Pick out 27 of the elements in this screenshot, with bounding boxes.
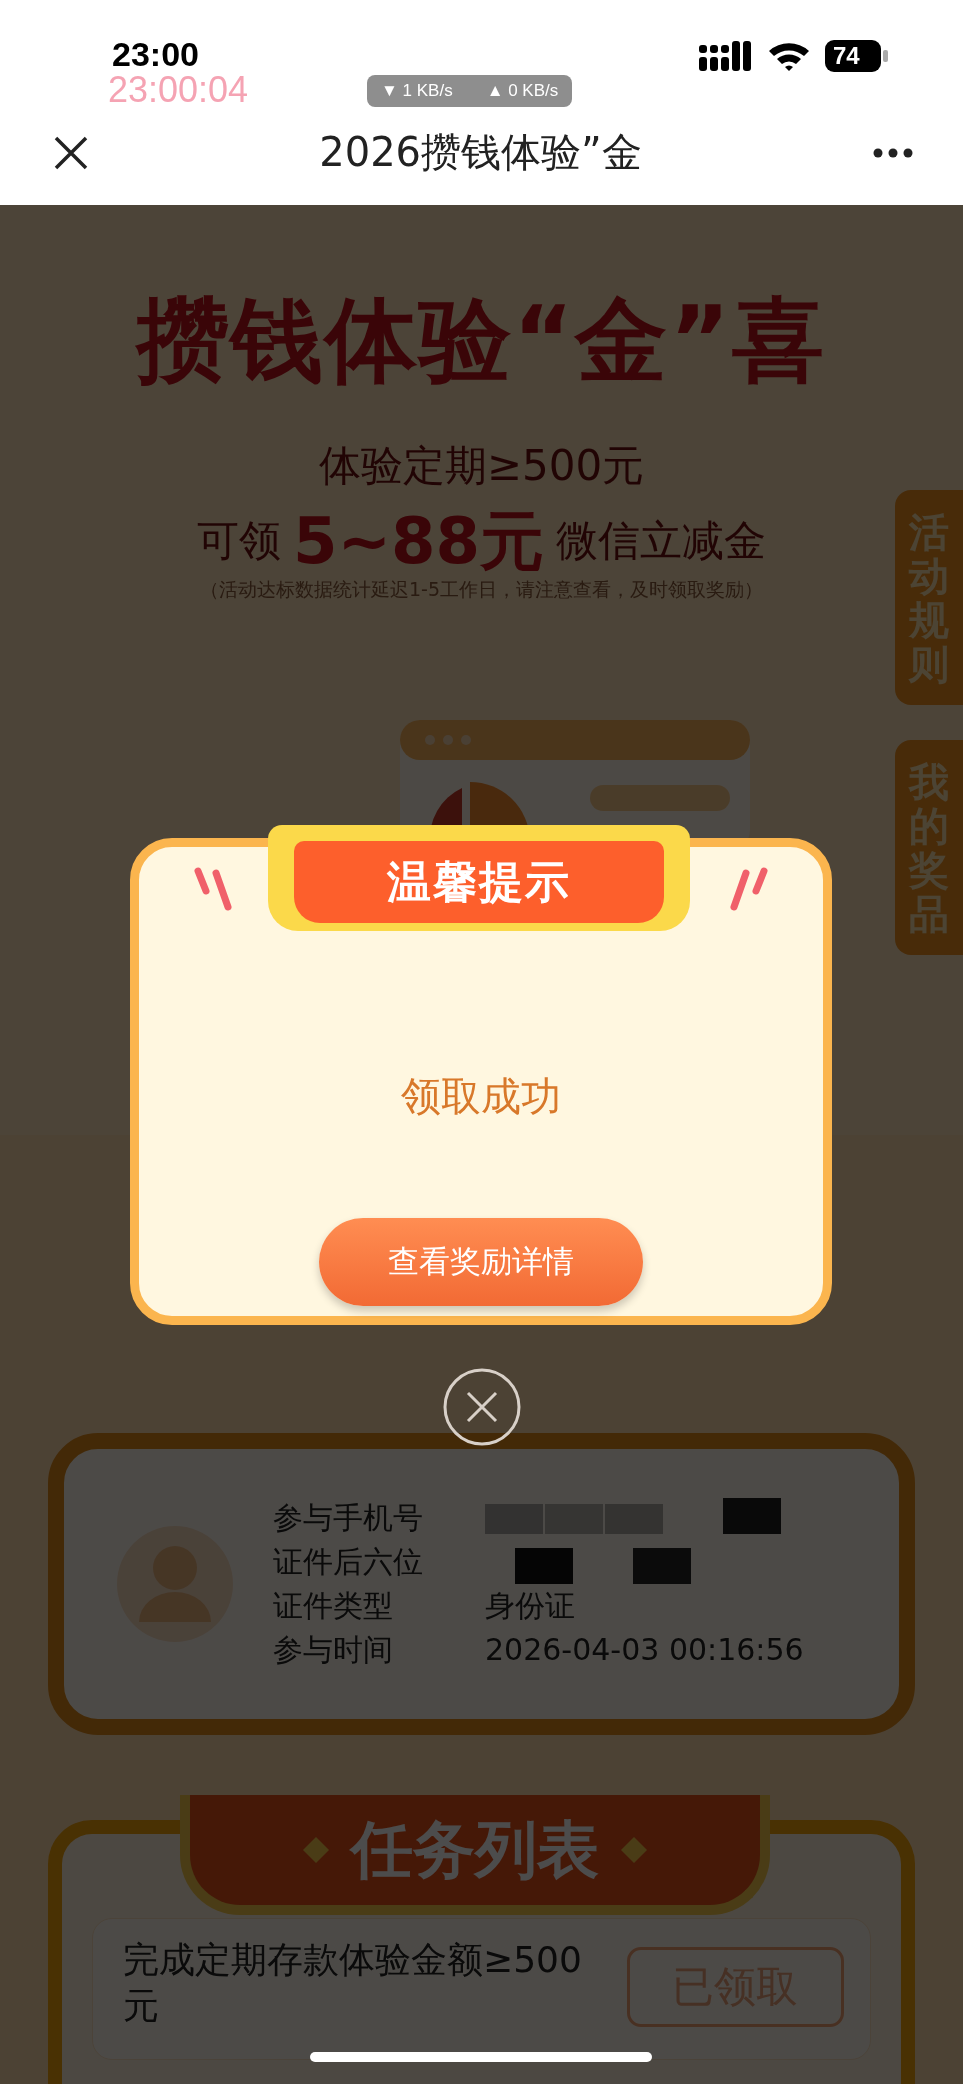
offer-suffix: 微信立减金 (556, 515, 767, 567)
offer-amount: 5~88元 (292, 502, 545, 580)
upload-speed: ▲ 0 KB/s (486, 81, 559, 101)
download-speed: ▼ 1 KB/s (381, 81, 453, 101)
dash-decoration-icon (728, 867, 768, 913)
field-value: 身份证 (485, 1587, 576, 1625)
field-label: 证件后六位 (273, 1543, 424, 1581)
field-label: 证件类型 (273, 1587, 394, 1625)
wifi-icon (767, 40, 811, 72)
field-label: 参与时间 (273, 1631, 394, 1669)
more-icon[interactable] (873, 147, 913, 158)
field-value: 2026-04-03 00:16:56 (485, 1631, 804, 1669)
view-reward-button[interactable]: 查看奖励详情 (319, 1218, 643, 1306)
subtitle: 体验定期≥500元 (318, 440, 645, 492)
overlay-clock: 23:00:04 (108, 72, 250, 108)
close-icon[interactable] (54, 135, 88, 170)
task-text: 完成定期存款体验金额≥500元 (123, 1938, 583, 2028)
page-title: 2026攒钱体验”金 (318, 128, 643, 177)
dialog-message: 领取成功 (401, 1072, 561, 1121)
offer-prefix: 可领 (196, 515, 281, 567)
section-title: 任务列表 (351, 1812, 599, 1888)
field-label: 参与手机号 (273, 1499, 424, 1537)
dialog-title: 温馨提示 (294, 841, 664, 923)
headline: 攒钱体验“金”喜 (137, 290, 826, 391)
status-time: 23:00 (111, 36, 200, 72)
signal-icon (699, 41, 753, 71)
dash-decoration-icon (194, 867, 234, 913)
